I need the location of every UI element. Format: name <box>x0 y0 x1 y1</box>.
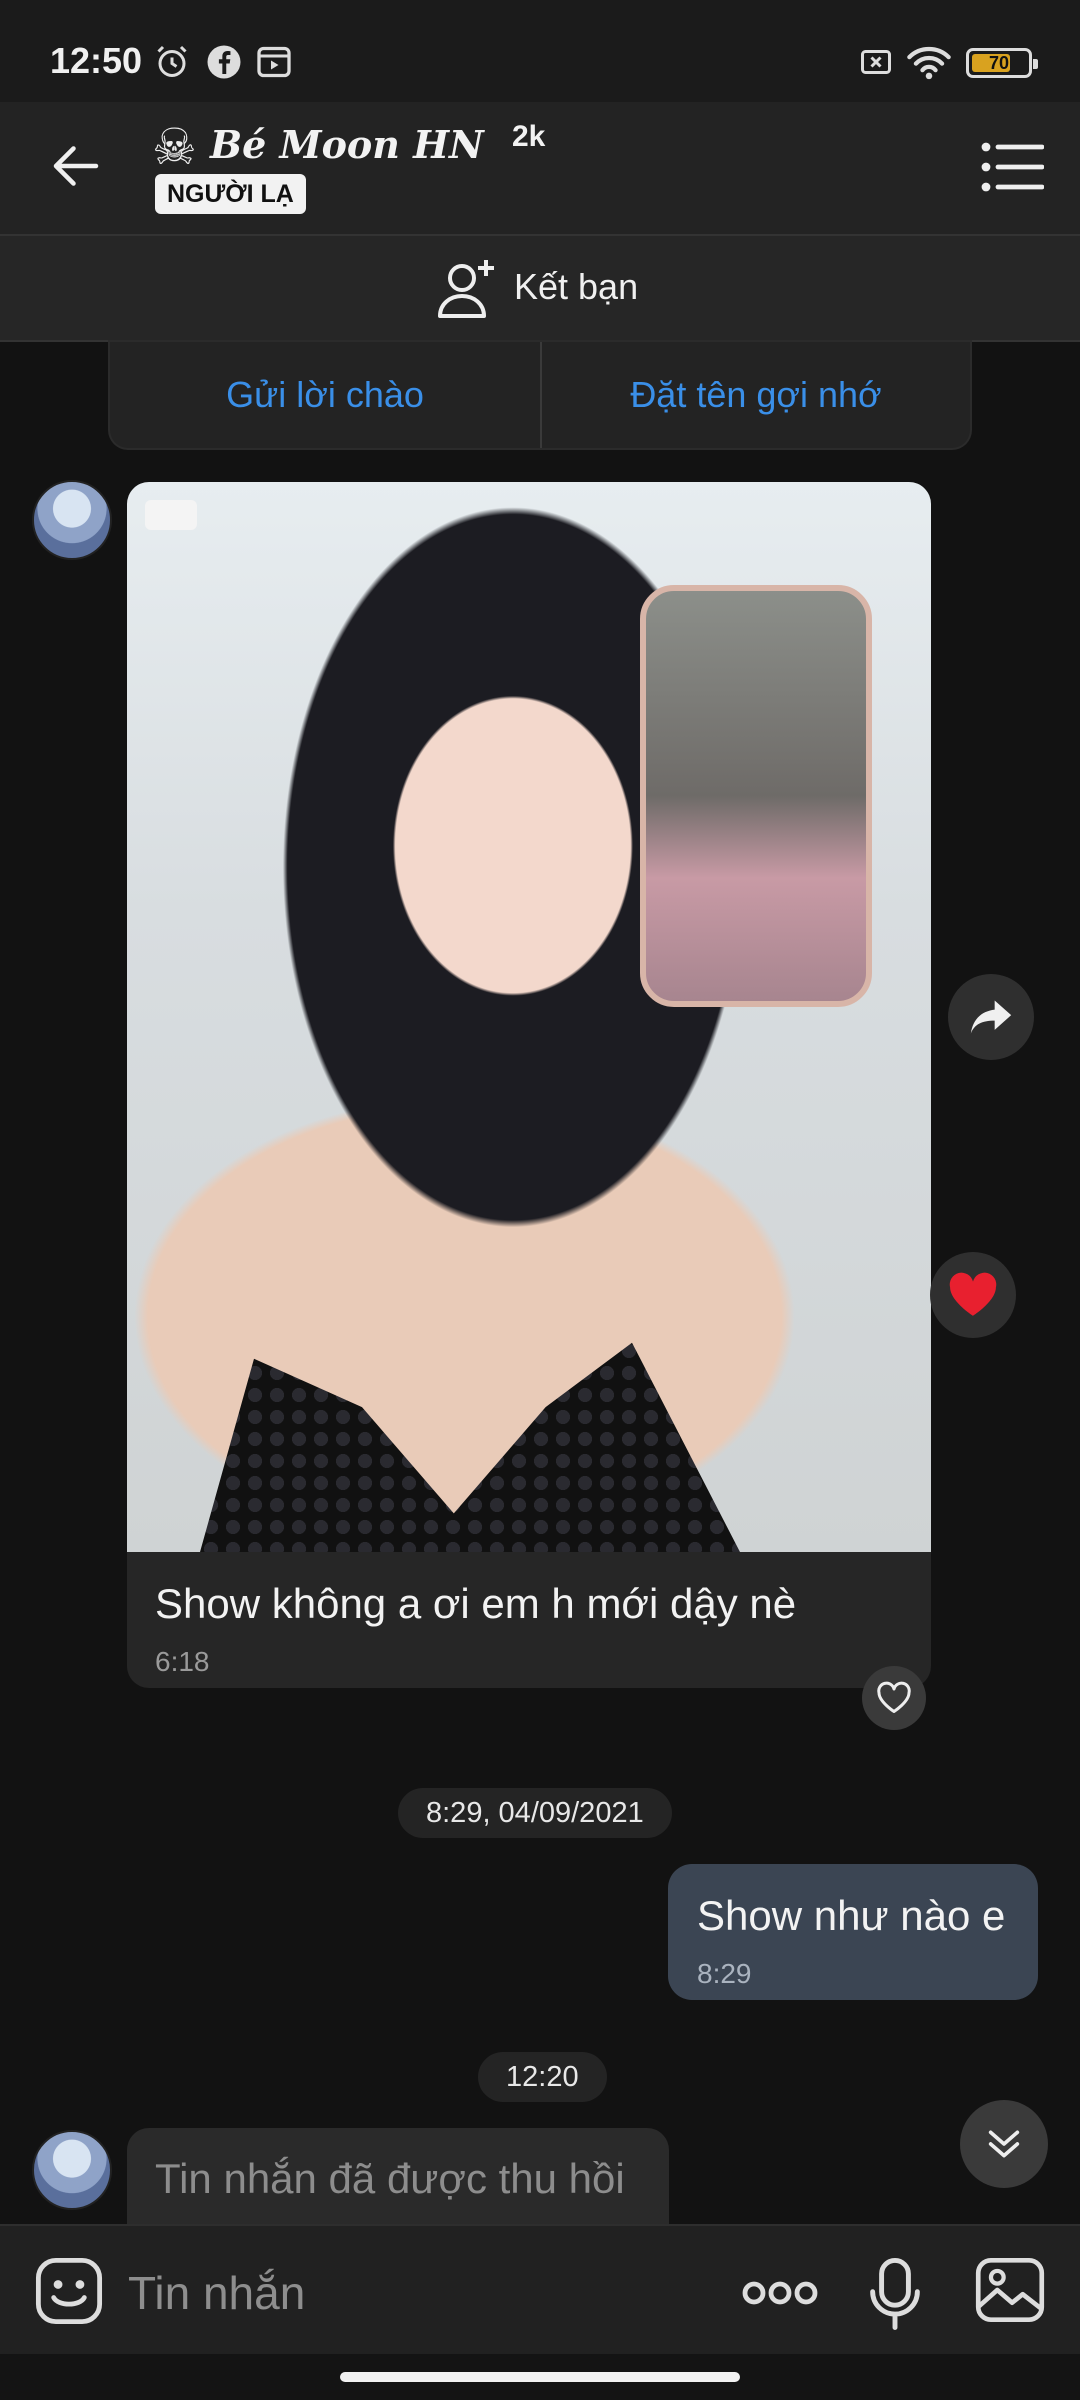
send-greeting-button[interactable]: Gửi lời chào <box>110 342 540 448</box>
photo-tag <box>145 500 197 530</box>
photo-caption: Show không a ơi em h mới dậy nè <box>155 1580 797 1627</box>
emoji-icon[interactable] <box>34 2256 104 2326</box>
time-chip: 12:20 <box>478 2052 607 2102</box>
message-input[interactable] <box>126 2262 710 2324</box>
double-chevron-down-icon <box>988 2130 1020 2158</box>
sim-off-icon <box>861 50 891 74</box>
avatar[interactable] <box>32 2130 112 2210</box>
gallery-icon[interactable] <box>974 2256 1046 2324</box>
home-indicator[interactable] <box>340 2372 740 2382</box>
more-options-icon[interactable] <box>740 2268 820 2318</box>
status-time: 12:50 <box>50 40 143 81</box>
like-button[interactable] <box>862 1666 926 1730</box>
battery-icon: 70 <box>966 48 1038 78</box>
wifi-icon <box>907 46 951 80</box>
contact-name-suffix: 2k <box>512 120 546 153</box>
contact-name[interactable]: Bé Moon HN <box>210 122 484 167</box>
facebook-icon <box>207 45 241 79</box>
outgoing-message-text: Show như nào e <box>697 1892 1006 1939</box>
add-friend-label: Kết bạn <box>514 266 639 307</box>
message-time: 8:29 <box>697 1958 752 1989</box>
alarm-icon <box>157 45 187 77</box>
battery-level: 70 <box>988 53 1010 73</box>
recalled-message-text: Tin nhắn đã được thu hồi <box>155 2155 625 2202</box>
date-chip: 8:29, 04/09/2021 <box>398 1788 672 1838</box>
list-menu-icon[interactable] <box>980 140 1044 194</box>
reaction-button[interactable] <box>930 1252 1016 1338</box>
set-nickname-button[interactable]: Đặt tên gợi nhớ <box>542 342 970 448</box>
screen-record-icon <box>257 46 291 78</box>
photo-phone-detail <box>640 585 872 1007</box>
scroll-to-bottom-button[interactable] <box>960 2100 1048 2188</box>
heart-icon <box>949 1272 997 1316</box>
forward-button[interactable] <box>948 974 1034 1060</box>
heart-outline-icon <box>877 1681 911 1713</box>
microphone-icon[interactable] <box>868 2256 922 2332</box>
message-time: 6:18 <box>155 1646 210 1677</box>
stranger-badge: NGƯỜI LẠ <box>155 174 306 214</box>
avatar[interactable] <box>32 480 112 560</box>
skull-icon: ☠ <box>152 119 197 175</box>
back-arrow-icon[interactable] <box>46 136 106 196</box>
add-friend-icon <box>438 260 494 318</box>
share-arrow-icon <box>970 1000 1012 1034</box>
